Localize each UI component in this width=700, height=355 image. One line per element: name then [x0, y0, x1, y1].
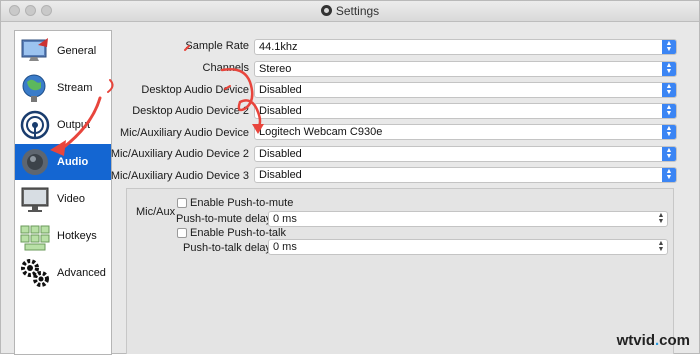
sidebar-item-stream[interactable]: Stream: [15, 70, 111, 106]
push-to-mute-delay-label: Push-to-mute delay: [176, 213, 272, 225]
obs-logo-icon: [320, 5, 332, 16]
sidebar-item-label: Video: [57, 193, 85, 205]
mic-aux-3-label: Mic/Auxiliary Audio Device 3: [110, 170, 249, 182]
mic-aux-group-title: Mic/Aux: [136, 206, 176, 218]
sidebar-item-hotkeys[interactable]: Hotkeys: [15, 218, 111, 254]
mic-aux-2-value: Disabled: [259, 148, 302, 160]
sidebar-item-general[interactable]: General: [15, 33, 111, 69]
speaker-icon: [22, 149, 48, 175]
mic-aux-label: Mic/Auxiliary Audio Device: [120, 127, 249, 139]
watermark-prefix: wtvid: [616, 332, 655, 349]
desktop-audio-2-select[interactable]: Disabled ▲ ▼: [254, 103, 677, 119]
antenna-icon: [20, 110, 50, 140]
desktop-audio-value: Disabled: [259, 84, 302, 96]
keyboard-icon: [20, 225, 50, 251]
sidebar-item-video[interactable]: Video: [15, 181, 111, 217]
push-to-talk-delay-label: Push-to-talk delay: [183, 242, 272, 254]
mic-aux-2-label: Mic/Auxiliary Audio Device 2: [110, 148, 249, 160]
channels-label: Channels: [202, 62, 249, 74]
push-to-mute-delay-input[interactable]: 0 ms ▲ ▼: [268, 211, 668, 227]
select-stepper-icon: ▲ ▼: [662, 125, 676, 139]
sample-rate-value: 44.1khz: [259, 41, 298, 53]
desktop-audio-2-label: Desktop Audio Device 2: [132, 105, 249, 117]
channels-select[interactable]: Stereo ▲ ▼: [254, 61, 677, 77]
globe-icon: [22, 74, 46, 102]
title-bar: Settings: [1, 1, 699, 22]
push-to-mute-checkbox[interactable]: [177, 198, 187, 208]
sidebar-item-advanced[interactable]: Advanced: [15, 255, 111, 291]
sidebar-item-label: Output: [57, 119, 91, 131]
select-stepper-icon: ▲ ▼: [662, 40, 676, 54]
sidebar-item-output[interactable]: Output: [15, 107, 111, 143]
display-icon: [21, 187, 49, 212]
select-stepper-icon: ▲ ▼: [662, 147, 676, 161]
push-to-mute-delay-value: 0 ms: [273, 213, 297, 225]
mic-aux-3-value: Disabled: [259, 169, 302, 181]
watermark-suffix: com: [659, 332, 690, 349]
desktop-audio-2-value: Disabled: [259, 105, 302, 117]
spin-arrows-icon[interactable]: ▲ ▼: [656, 240, 666, 253]
mic-aux-3-select[interactable]: Disabled ▲ ▼: [254, 167, 677, 183]
sidebar-item-label: Hotkeys: [57, 230, 97, 242]
sample-rate-label: Sample Rate: [185, 40, 249, 52]
push-to-talk-checkbox[interactable]: [177, 228, 187, 238]
desktop-audio-label: Desktop Audio Device: [141, 84, 249, 96]
push-to-mute-label: Enable Push-to-mute: [190, 197, 294, 209]
monitor-icon: [21, 38, 48, 61]
desktop-audio-select[interactable]: Disabled ▲ ▼: [254, 82, 677, 98]
window-title-container: Settings: [1, 4, 699, 18]
sample-rate-select[interactable]: 44.1khz ▲ ▼: [254, 39, 677, 55]
push-to-talk-delay-value: 0 ms: [273, 241, 297, 253]
sidebar-item-audio[interactable]: Audio: [15, 144, 111, 180]
select-stepper-icon: ▲ ▼: [662, 62, 676, 76]
sidebar-item-label: Audio: [57, 156, 89, 168]
push-to-talk-delay-input[interactable]: 0 ms ▲ ▼: [268, 239, 668, 255]
select-stepper-icon: ▲ ▼: [662, 104, 676, 118]
settings-sidebar: General Stream Output Audio Video Hotkey…: [14, 30, 112, 355]
push-to-talk-label: Enable Push-to-talk: [190, 227, 286, 239]
watermark: wtvid.com: [617, 332, 690, 349]
sidebar-item-label: Stream: [57, 82, 93, 94]
gears-icon: [21, 259, 49, 287]
select-stepper-icon: ▲ ▼: [662, 83, 676, 97]
mic-aux-2-select[interactable]: Disabled ▲ ▼: [254, 146, 677, 162]
select-stepper-icon: ▲ ▼: [662, 168, 676, 182]
channels-value: Stereo: [259, 63, 292, 75]
sidebar-item-label: Advanced: [57, 267, 106, 279]
mic-aux-select[interactable]: Logitech Webcam C930e ▲ ▼: [254, 124, 677, 140]
sidebar-item-label: General: [57, 45, 97, 57]
mic-aux-value: Logitech Webcam C930e: [259, 126, 383, 138]
window-title: Settings: [335, 4, 380, 18]
spin-arrows-icon[interactable]: ▲ ▼: [656, 212, 666, 225]
